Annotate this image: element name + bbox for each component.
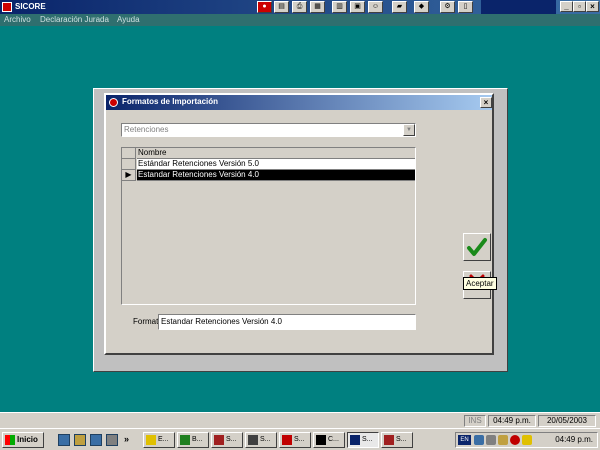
chevron-down-icon[interactable]: ▼ bbox=[403, 124, 415, 136]
toolbar-people-icon[interactable]: ☺ bbox=[368, 1, 383, 13]
pencil-icon bbox=[146, 435, 156, 445]
toolbar-paint-icon[interactable]: ◆ bbox=[414, 1, 429, 13]
start-label: Inicio bbox=[17, 435, 38, 444]
task-button[interactable]: S... bbox=[279, 432, 311, 448]
app-icon bbox=[282, 435, 292, 445]
app-icon bbox=[180, 435, 190, 445]
table-cell[interactable]: Estandar Retenciones Versión 4.0 bbox=[137, 170, 415, 181]
quicklaunch-folder-icon[interactable] bbox=[74, 434, 86, 446]
checkmark-icon bbox=[467, 238, 487, 256]
task-button[interactable]: B... bbox=[177, 432, 209, 448]
status-date: 20/05/2003 bbox=[538, 415, 596, 427]
grid-header-row: Nombre bbox=[122, 148, 415, 159]
quicklaunch-overflow[interactable]: » bbox=[124, 434, 129, 444]
app-icon bbox=[214, 435, 224, 445]
app-icon[interactable] bbox=[2, 2, 12, 12]
windows-logo-icon bbox=[5, 435, 15, 445]
start-button[interactable]: Inicio bbox=[2, 432, 44, 448]
status-bar: INS 04:49 p.m. 20/05/2003 bbox=[0, 412, 600, 428]
dialog-title-bar[interactable]: Formatos de Importación × bbox=[106, 95, 492, 110]
menu-bar: Archivo Declaración Jurada Ayuda bbox=[0, 14, 600, 26]
language-indicator[interactable]: EN bbox=[458, 435, 471, 445]
formats-grid[interactable]: Nombre Estándar Retenciones Versión 5.0 … bbox=[121, 147, 416, 305]
status-time: 04:49 p.m. bbox=[488, 415, 536, 427]
current-row-arrow-icon: ▶ bbox=[122, 170, 136, 181]
alert-icon[interactable] bbox=[510, 435, 520, 445]
accept-tooltip: Aceptar bbox=[463, 277, 497, 290]
accept-button[interactable] bbox=[463, 233, 491, 261]
system-tray: EN 04:49 p.m. bbox=[455, 432, 598, 448]
status-ins: INS bbox=[464, 415, 486, 427]
row-indicator bbox=[122, 159, 136, 170]
menu-declaracion-jurada[interactable]: Declaración Jurada bbox=[40, 15, 109, 24]
console-icon bbox=[316, 435, 326, 445]
toolbar-tools-icon[interactable]: ⚙ bbox=[440, 1, 455, 13]
toolbar-calculator-icon[interactable]: ▦ bbox=[310, 1, 325, 13]
taskbar: Inicio » E... B... S... S... S... C... S… bbox=[0, 428, 600, 450]
toolbar-sheet-icon[interactable]: ▥ bbox=[332, 1, 347, 13]
app-icon bbox=[350, 435, 360, 445]
grid-corner bbox=[122, 148, 136, 159]
toolbar-door-icon[interactable]: ▯ bbox=[458, 1, 473, 13]
task-button[interactable]: S... bbox=[211, 432, 243, 448]
task-button[interactable]: E... bbox=[143, 432, 175, 448]
app-title-bar[interactable]: SICORE ● ▤ ⎙ ▦ ▥ ▣ ☺ ▰ ◆ ⚙ ▯ _ ▫ × bbox=[0, 0, 600, 14]
minimize-button[interactable]: _ bbox=[560, 1, 573, 12]
toolbar-monitor-icon[interactable]: ▣ bbox=[350, 1, 365, 13]
printer-icon[interactable] bbox=[498, 435, 508, 445]
dialog-icon bbox=[109, 98, 118, 107]
column-header-nombre[interactable]: Nombre bbox=[137, 148, 415, 159]
task-button-active[interactable]: S... bbox=[347, 432, 379, 448]
task-button[interactable]: S... bbox=[245, 432, 277, 448]
app-icon bbox=[248, 435, 258, 445]
quicklaunch-outlook-icon[interactable] bbox=[90, 434, 102, 446]
quicklaunch-desktop-icon[interactable] bbox=[106, 434, 118, 446]
dialog-close-button[interactable]: × bbox=[480, 97, 492, 108]
table-row-selected[interactable]: ▶ Estandar Retenciones Versión 4.0 bbox=[122, 170, 415, 181]
import-formats-dialog: Formatos de Importación × Retenciones ▼ … bbox=[104, 93, 497, 355]
title-blue-panel bbox=[481, 0, 556, 14]
menu-ayuda[interactable]: Ayuda bbox=[117, 15, 140, 24]
tray-clock: 04:49 p.m. bbox=[555, 435, 593, 444]
network-icon[interactable] bbox=[474, 435, 484, 445]
menu-archivo[interactable]: Archivo bbox=[4, 15, 31, 24]
display-icon[interactable] bbox=[486, 435, 496, 445]
red-circle-icon[interactable]: ● bbox=[257, 1, 272, 13]
format-field[interactable]: Estandar Retenciones Versión 4.0 bbox=[158, 314, 416, 330]
app-title: SICORE bbox=[15, 2, 46, 11]
quicklaunch-ie-icon[interactable] bbox=[58, 434, 70, 446]
task-button[interactable]: S... bbox=[381, 432, 413, 448]
toolbar-book-icon[interactable]: ▰ bbox=[392, 1, 407, 13]
toolbar-print-icon[interactable]: ⎙ bbox=[292, 1, 307, 13]
table-cell[interactable]: Estándar Retenciones Versión 5.0 bbox=[137, 159, 415, 170]
table-row[interactable]: Estándar Retenciones Versión 5.0 bbox=[122, 159, 415, 170]
close-button[interactable]: × bbox=[586, 1, 599, 12]
category-combo[interactable]: Retenciones ▼ bbox=[121, 123, 416, 137]
task-button[interactable]: C... bbox=[313, 432, 345, 448]
restore-button[interactable]: ▫ bbox=[573, 1, 586, 12]
dialog-title: Formatos de Importación bbox=[122, 97, 219, 106]
toolbar-form-icon[interactable]: ▤ bbox=[274, 1, 289, 13]
category-combo-value: Retenciones bbox=[124, 125, 169, 134]
app-icon bbox=[384, 435, 394, 445]
volume-icon[interactable] bbox=[522, 435, 532, 445]
